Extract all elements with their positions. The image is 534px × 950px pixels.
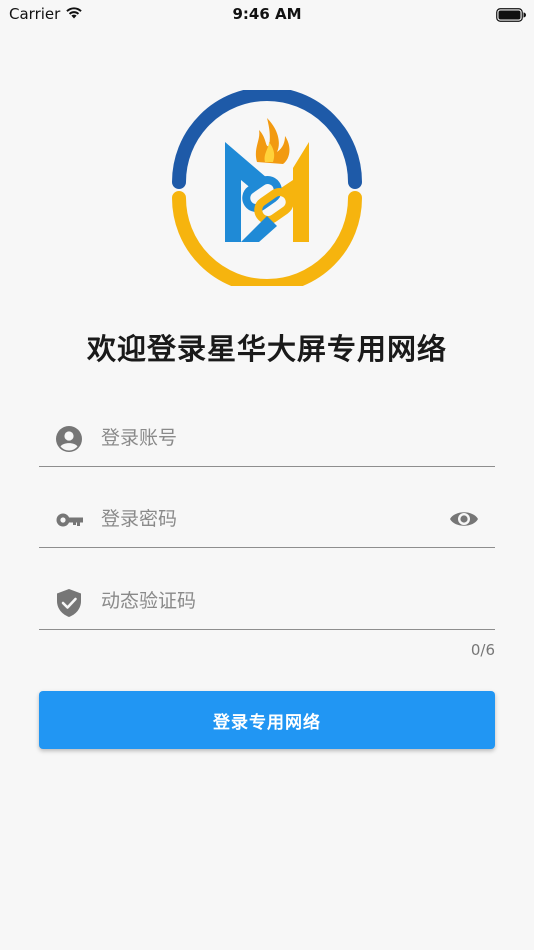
status-bar: Carrier 9:46 AM <box>0 0 534 30</box>
battery-icon <box>496 7 526 22</box>
shield-check-icon <box>55 588 83 617</box>
login-screen: Carrier 9:46 AM 欢迎登录星华大屏专用网络 登录账号 动态验证码 … <box>0 0 534 950</box>
eye-icon[interactable] <box>449 507 479 531</box>
key-icon <box>55 506 83 534</box>
welcome-title: 欢迎登录星华大屏专用网络 <box>86 332 447 366</box>
code-input[interactable] <box>101 582 441 620</box>
brand-logo <box>169 87 365 293</box>
code-field <box>39 572 495 630</box>
login-button[interactable]: 登录专用网络 <box>39 691 495 749</box>
status-time: 9:46 AM <box>232 5 302 23</box>
password-input[interactable] <box>101 500 441 538</box>
password-field <box>39 490 495 548</box>
account-input[interactable] <box>101 419 441 457</box>
code-char-counter: 0/6 <box>470 641 495 659</box>
account-field <box>39 409 495 467</box>
account-circle-icon <box>55 425 83 453</box>
